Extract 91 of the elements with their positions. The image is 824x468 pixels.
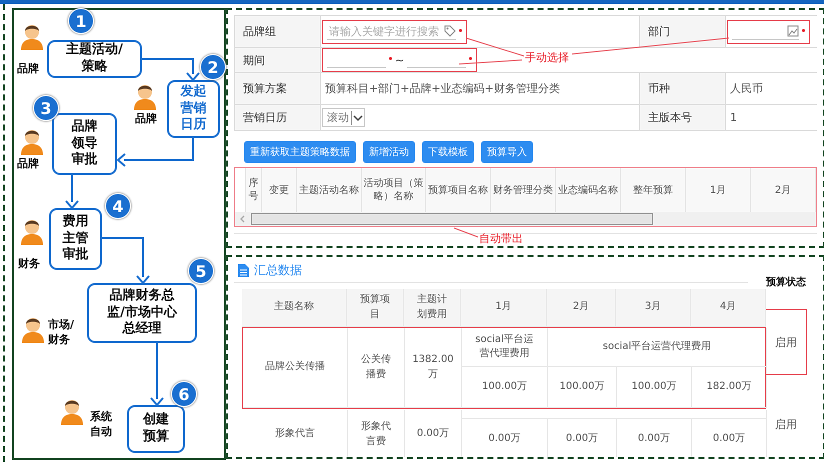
column-header: 整年预算 (621, 168, 686, 212)
document-icon (238, 264, 249, 276)
flow-step: 主题活动/策略 (47, 40, 142, 78)
caret-icon (351, 110, 364, 124)
role-label: 系统自动 (90, 410, 113, 440)
column-header: 序号 (246, 168, 262, 212)
table-cell: 0.00万 (617, 419, 692, 457)
step-number: 5 (188, 258, 214, 284)
annotation-text: 自动带出 (479, 231, 523, 246)
form-label: 币种 (639, 73, 726, 105)
role-label: 市场/财务 (48, 318, 76, 348)
table-cell: 100.00万 (617, 367, 692, 408)
form-label: 部门 (639, 16, 726, 48)
column-header: 业态编码名称 (556, 168, 621, 212)
flow-step: 品牌财务总监/市场中心总经理 (87, 283, 197, 343)
column-header: 3月 (616, 289, 691, 327)
search-field[interactable]: 请输入关键字进行搜索 (327, 24, 456, 40)
calendar-select[interactable]: 滚动 (322, 108, 365, 127)
form-label: 营销日历 (234, 105, 321, 131)
table-cell: 0.00万 (462, 419, 548, 457)
table-cell: 形象代言 (243, 410, 348, 457)
form-label: 品牌组 (234, 16, 321, 48)
table-cell: 形象代言费 (348, 410, 405, 457)
table-cell: social平台运营代理费用 (548, 328, 767, 367)
scrollbar[interactable] (235, 212, 816, 226)
form-value: 1 (729, 111, 737, 124)
column-header: 1月 (686, 168, 751, 212)
person-icon (132, 82, 158, 110)
flow-arrow (142, 58, 200, 82)
table-cell: 100.00万 (548, 367, 617, 408)
flow-arrow (150, 343, 164, 407)
status-text: 启用 (775, 334, 797, 350)
column-header: 变更 (262, 168, 297, 212)
table-cell: social平台运营代理费用 (462, 328, 548, 367)
person-icon (19, 22, 45, 50)
column-header: 2月 (751, 168, 816, 212)
step-number: 3 (33, 95, 59, 121)
picture-icon (787, 25, 799, 37)
step-number: 6 (171, 381, 197, 407)
column-header: 财务管理分类 (491, 168, 556, 212)
column-header: 1月 (461, 289, 547, 327)
form-label: 预算方案 (234, 73, 321, 105)
column-header: 主题活动名称 (297, 168, 362, 212)
role-label: 品牌 (17, 157, 40, 172)
role-label: 品牌 (17, 62, 40, 77)
range-separator: ~ (395, 54, 404, 66)
toolbar-button[interactable]: 新增活动 (363, 141, 415, 163)
column-header: 4月 (691, 289, 766, 327)
role-label: 财务 (18, 257, 41, 272)
section-title: 汇总数据 (254, 262, 302, 278)
column-header: 主题名称 (242, 289, 347, 327)
form-label: 主版本号 (639, 105, 726, 131)
table-cell: 100.00万 (462, 367, 548, 408)
flow-step: 品牌领导审批 (52, 113, 117, 175)
column-header: 2月 (547, 289, 616, 327)
table-cell: 182.00万 (692, 367, 767, 408)
table-cell: 公关传播费 (348, 328, 405, 408)
table-cell: 0.00万 (405, 410, 462, 457)
form-label: 期间 (234, 48, 321, 73)
flow-arrow (65, 175, 79, 210)
column-header: 预算项目 (347, 289, 404, 327)
column-header: 活动项目（策略）名称 (362, 168, 426, 212)
flow-step: 费用主管审批 (49, 208, 102, 270)
person-icon (19, 217, 45, 245)
table-cell: 品牌公关传播 (243, 328, 348, 408)
department-field[interactable] (732, 24, 799, 40)
step-number: 1 (68, 8, 94, 34)
person-icon (59, 397, 85, 425)
person-icon (20, 315, 46, 343)
table-cell: 0.00万 (548, 419, 617, 457)
column-header: 预算项目名称 (426, 168, 491, 212)
column-header: 主题计划费用 (404, 289, 461, 327)
leader-line (454, 228, 478, 238)
form-value: 人民币 (729, 81, 763, 96)
toolbar-button[interactable]: 下载模板 (422, 141, 474, 163)
step-number: 2 (200, 54, 226, 80)
table-cell: 1382.00万 (405, 328, 462, 408)
tag-icon (444, 25, 456, 37)
form-value: 预算科目+部门+品牌+业态编码+财务管理分类 (324, 81, 560, 96)
step-number: 4 (105, 193, 131, 219)
table-cell: 0.00万 (692, 419, 767, 457)
toolbar-button[interactable]: 预算导入 (481, 141, 533, 163)
status-heading: 预算状态 (766, 276, 806, 289)
status-text: 启用 (775, 416, 797, 432)
person-icon (19, 127, 45, 155)
flow-step: 发起营销日历 (167, 80, 220, 138)
toolbar-button[interactable]: 重新获取主题策略数据 (244, 141, 356, 163)
flow-step: 创建预算 (127, 405, 185, 453)
annotation-text: 手动选择 (525, 50, 569, 65)
role-label: 品牌 (135, 112, 158, 127)
flow-arrow (102, 237, 150, 285)
